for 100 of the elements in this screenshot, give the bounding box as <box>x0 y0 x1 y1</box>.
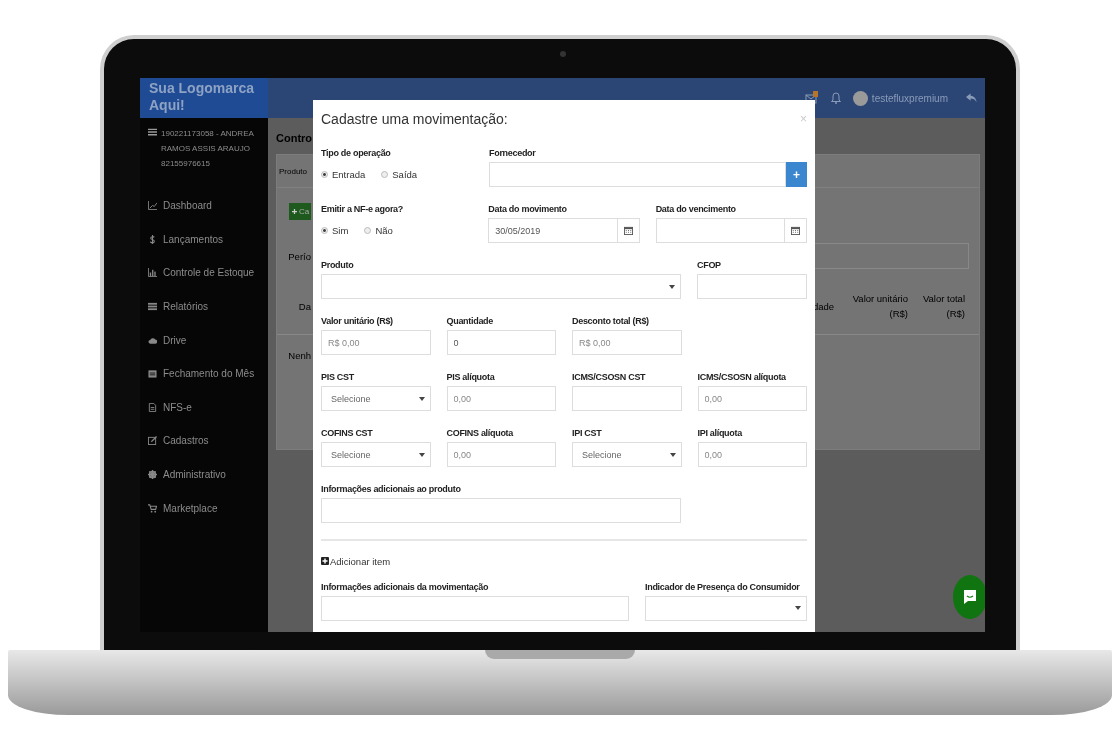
sidebar-item[interactable]: Dashboard <box>148 189 262 223</box>
field-label: IPI CST <box>572 427 603 439</box>
edit-icon <box>148 436 157 446</box>
radio-button[interactable] <box>321 227 328 234</box>
filter-label: Perío <box>287 250 311 262</box>
webcam-dot <box>560 51 566 57</box>
calendar-icon <box>791 226 800 235</box>
input-field[interactable] <box>489 162 786 187</box>
date-field[interactable] <box>655 218 785 243</box>
radio-button[interactable] <box>364 227 372 234</box>
user-name[interactable]: testefluxpremium <box>871 92 948 104</box>
menu-icon[interactable] <box>148 128 157 136</box>
field-label: Emitir a NF-e agora? <box>321 203 405 215</box>
account-info: 190221173058 - ANDREA RAMOS ASSIS ARAUJO 82155976615 <box>161 128 255 170</box>
input-field[interactable]: R$ 0,00 <box>572 330 682 355</box>
select-field[interactable]: Selecione <box>321 386 431 411</box>
radio-button[interactable] <box>381 171 389 178</box>
input-field[interactable] <box>321 498 681 523</box>
field-label: Data do vencimento <box>655 203 737 215</box>
field-label: Informações adicionais da movimentação <box>321 580 490 593</box>
caret-icon <box>669 452 676 457</box>
tab[interactable]: Produto <box>277 166 311 176</box>
sidebar-item[interactable]: Marketplace <box>148 491 262 525</box>
add-item-link[interactable]: Adicionar item <box>321 555 391 567</box>
input-field[interactable]: 0 <box>446 330 556 355</box>
empty-message: Nenh <box>287 349 311 361</box>
cart-icon <box>148 503 157 513</box>
sidebar-item[interactable]: Relatórios <box>148 289 262 324</box>
field-label: Tipo de operação <box>321 147 392 159</box>
field-label: IPI alíquota <box>697 427 744 439</box>
select-field[interactable]: Selecione <box>572 442 682 467</box>
field-label: COFINS alíquota <box>446 427 515 439</box>
plus-icon <box>321 557 329 565</box>
caret-icon <box>669 284 675 289</box>
calendar-button[interactable] <box>617 218 640 243</box>
sidebar-item[interactable]: Lançamentos <box>148 222 262 257</box>
input-field[interactable] <box>321 595 629 621</box>
sidebar-item[interactable]: Fechamento do Mês <box>148 356 262 391</box>
sidebar-item[interactable]: Drive <box>148 323 262 357</box>
input-field[interactable]: R$ 0,00 <box>321 330 431 355</box>
input-field[interactable]: 0,00 <box>446 442 556 467</box>
radio-option[interactable]: Saída <box>381 169 418 180</box>
field-label: ICMS/CSOSN CST <box>572 371 647 383</box>
sidebar-item[interactable]: Controle de Estoque <box>148 256 262 290</box>
list-icon <box>148 302 157 312</box>
calendar-button[interactable] <box>785 218 807 243</box>
column-header: Da <box>297 300 311 312</box>
bell-icon[interactable] <box>830 92 841 104</box>
input-field[interactable] <box>572 386 682 411</box>
input-field[interactable]: 0,00 <box>697 442 807 467</box>
field-label: Fornecedor <box>489 147 537 159</box>
caret-icon <box>418 452 425 457</box>
avatar[interactable] <box>852 90 868 106</box>
radio-label: Sim <box>332 225 349 236</box>
input-field[interactable]: 0,00 <box>446 386 556 411</box>
calendar-icon <box>148 369 157 379</box>
field-label: PIS CST <box>321 371 356 383</box>
radio-label: Não <box>375 225 393 236</box>
logo-text: Sua Logomarca Aqui! <box>140 78 268 118</box>
field-label: Data do movimento <box>488 203 568 215</box>
radio-label: Saída <box>392 169 418 180</box>
caret-icon <box>418 396 425 401</box>
chart-icon <box>148 201 157 211</box>
bars-icon <box>148 268 157 278</box>
sidebar-item[interactable]: NFS-e <box>148 390 262 425</box>
select-field[interactable] <box>321 274 681 299</box>
select-field[interactable]: Selecione <box>321 442 431 467</box>
add-button[interactable]: + <box>786 162 807 187</box>
radio-button[interactable] <box>321 171 328 178</box>
radio-label: Entrada <box>332 169 366 180</box>
field-label: CFOP <box>697 259 722 271</box>
cloud-icon <box>148 335 157 345</box>
reply-icon[interactable] <box>966 93 977 103</box>
field-label: PIS alíquota <box>446 371 496 383</box>
plus-icon <box>292 208 297 214</box>
field-label: ICMS/CSOSN alíquota <box>697 371 787 383</box>
dollar-icon <box>148 234 157 244</box>
gear-icon <box>148 470 157 480</box>
input-field[interactable]: 0,00 <box>697 386 807 411</box>
sidebar-item[interactable]: Cadastros <box>148 424 262 458</box>
file-icon <box>148 402 157 412</box>
field-label: Quantidade <box>446 315 494 327</box>
column-header: Valor total (R$) <box>921 292 965 321</box>
filter-field[interactable] <box>813 243 969 269</box>
column-header: Valor unitário (R$) <box>851 292 908 321</box>
date-field[interactable]: 30/05/2019 <box>488 218 618 243</box>
select-field[interactable] <box>645 595 807 621</box>
field-label: Informações adicionais ao produto <box>321 483 462 495</box>
page-title: Contro <box>276 131 313 146</box>
new-button[interactable]: Ca <box>289 202 311 220</box>
calendar-icon <box>623 226 633 235</box>
radio-option[interactable]: Entrada <box>321 169 366 180</box>
radio-option[interactable]: Sim <box>321 225 349 236</box>
radio-option[interactable]: Não <box>364 225 393 236</box>
modal-title: Cadastre uma movimentação: <box>321 111 508 127</box>
field-label: Valor unitário (R$) <box>321 315 394 327</box>
input-field[interactable] <box>697 274 807 299</box>
field-label: Indicador de Presença do Consumidor <box>645 580 801 593</box>
sidebar-item[interactable]: Administrativo <box>148 457 262 492</box>
chat-icon <box>963 589 977 605</box>
